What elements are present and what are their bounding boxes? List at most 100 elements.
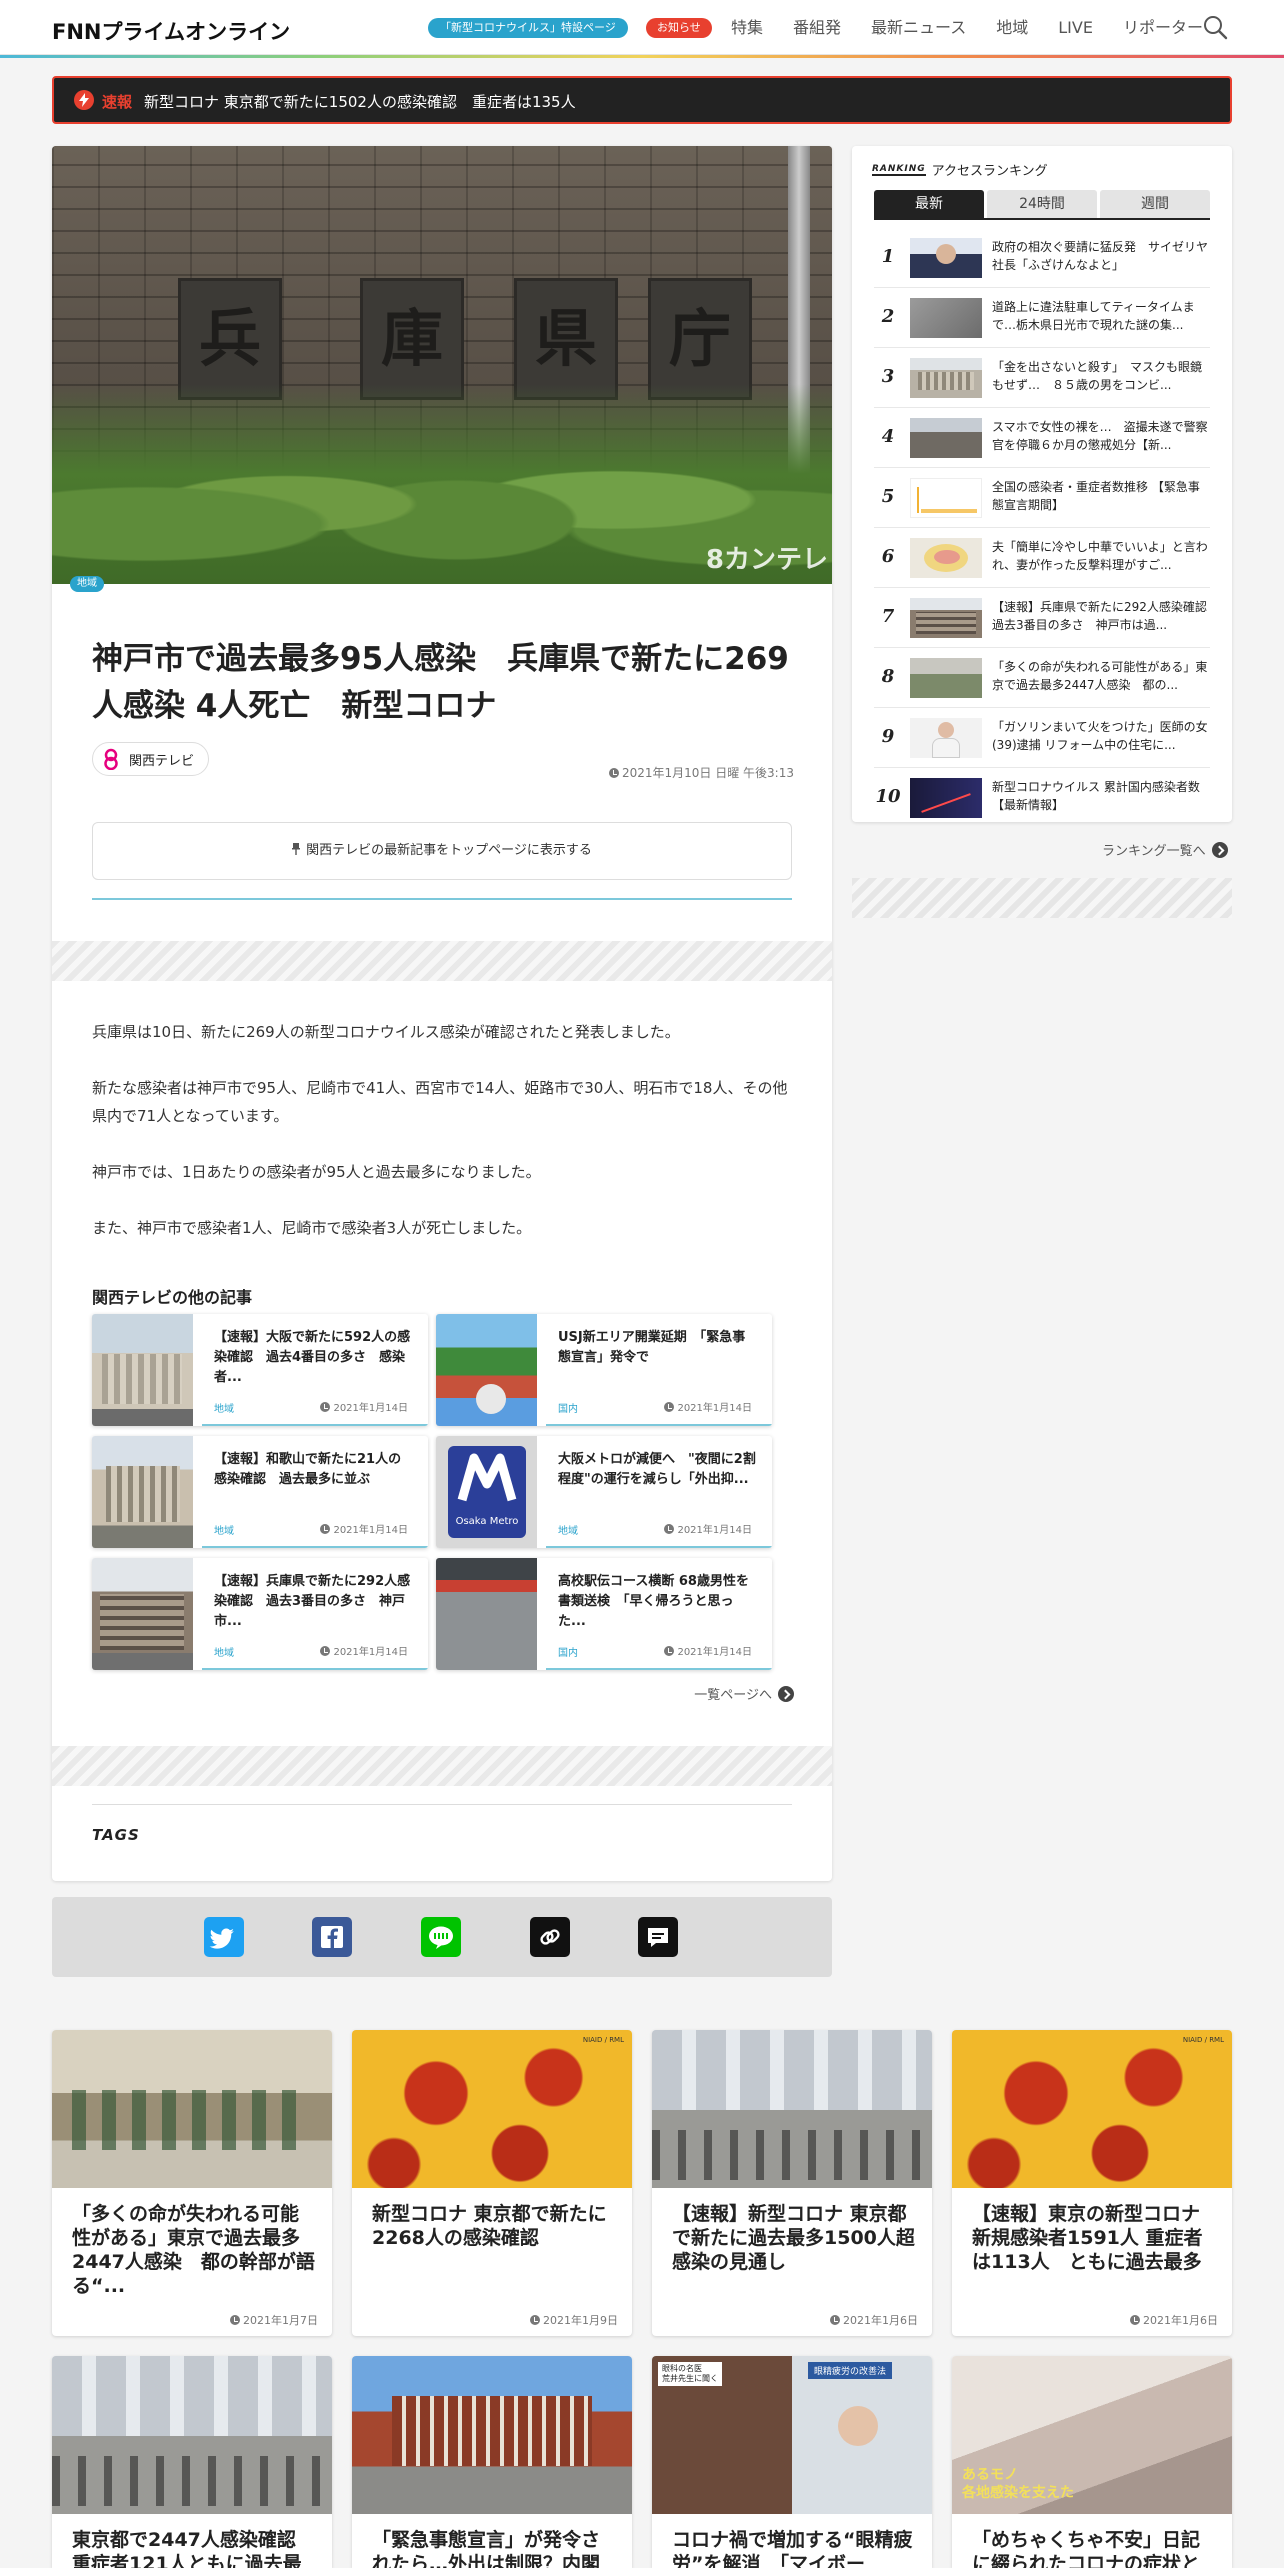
tab-24h[interactable]: 24時間 <box>987 190 1097 218</box>
ranking-badge: RANKING <box>872 163 926 176</box>
breaking-text[interactable]: 新型コロナ 東京都で新たに1502人の感染確認 重症者は135人 <box>144 91 576 112</box>
copy-link-button[interactable] <box>530 1917 570 1957</box>
nav-item-programs[interactable]: 番組発 <box>793 17 841 39</box>
related-article-card[interactable]: 高校駅伝コース横断 68歳男性を書類送検 「早く帰ろうと思った... 国内 20… <box>436 1558 772 1670</box>
plaque-kanji-1: 兵 <box>178 278 282 400</box>
article-paragraph: また、神戸市で感染者1人、尼崎市で感染者3人が死亡しました。 <box>92 1219 532 1237</box>
kantele-watermark: 8カンテレ <box>705 545 828 575</box>
nav-item-features[interactable]: 特集 <box>731 17 763 39</box>
notice-pill[interactable]: お知らせ <box>646 18 712 38</box>
tab-latest[interactable]: 最新 <box>874 190 984 218</box>
pin-to-top-button[interactable]: 関西テレビの最新記事をトップページに表示する <box>92 822 792 880</box>
related-thumb-hyogo <box>92 1558 193 1670</box>
related-article-card[interactable]: 【速報】兵庫県で新たに292人感染確認 過去3番目の多さ 神戸市... 地域 2… <box>92 1558 428 1670</box>
comment-share-button[interactable] <box>638 1917 678 1957</box>
breaking-news-bar[interactable]: 速報 新型コロナ 東京都で新たに1502人の感染確認 重症者は135人 <box>52 76 1232 124</box>
lightning-icon <box>74 90 94 110</box>
grid-article-card[interactable]: 【速報】新型コロナ 東京都で新たに過去最多1500人超感染の見通し 2021年1… <box>652 2030 932 2336</box>
main-nav: 特集 番組発 最新ニュース 地域 LIVE リポーター <box>731 17 1233 39</box>
source-badge[interactable]: 関西テレビ <box>92 742 210 776</box>
clock-icon <box>664 1402 675 1412</box>
related-thumb-usj <box>436 1314 537 1426</box>
clock-icon <box>320 1402 331 1412</box>
grid-article-card[interactable]: NIAID / RML 【速報】東京の新型コロナ新規感染者1591人 重症者は1… <box>952 2030 1232 2336</box>
ranking-thumb <box>910 238 982 278</box>
article-hero-image: 兵 庫 県 庁 8カンテレ <box>52 146 832 584</box>
ranking-thumb <box>910 718 982 758</box>
article-paragraph: 新たな感染者は神戸市で95人、尼崎市で41人、西宮市で14人、姫路市で30人、明… <box>92 1079 788 1125</box>
ranking-thumb <box>910 598 982 638</box>
nav-item-region[interactable]: 地域 <box>996 17 1028 39</box>
tab-weekly[interactable]: 週間 <box>1100 190 1210 218</box>
header-rainbow-line <box>0 55 1284 58</box>
ranking-title: アクセスランキング <box>931 164 1048 179</box>
line-share-button[interactable] <box>421 1917 461 1957</box>
corona-special-pill[interactable]: 「新型コロナウイルス」特設ページ <box>428 18 628 38</box>
ranking-item[interactable]: 7 【速報】兵庫県で新たに292人感染確認 過去3番目の多さ 神戸市は過... <box>874 588 1219 648</box>
ranking-thumb <box>910 778 982 818</box>
divider-hatch <box>52 1746 832 1786</box>
nav-item-latest-news[interactable]: 最新ニュース <box>871 17 966 39</box>
grid-thumb-crowd <box>52 2356 332 2514</box>
plaque-kanji-3: 県 <box>514 278 618 400</box>
ranking-item[interactable]: 8 「多くの命が失われる可能性がある」東京で過去最多2447人感染 都の... <box>874 648 1210 708</box>
grid-article-card[interactable]: 「多くの命が失われる可能性がある」東京で過去最多2447人感染 都の幹部が語る“… <box>52 2030 332 2336</box>
grid-thumb-eye-doctor: 眼科の名医 荒井先生に聞く 眼精疲労の改善法 <box>652 2356 932 2514</box>
ranking-item[interactable]: 10 新型コロナウイルス 累計国内感染者数【最新情報】 <box>874 768 1210 828</box>
grid-thumb-meeting <box>52 2030 332 2188</box>
ranking-thumb <box>910 298 982 338</box>
twitter-share-button[interactable] <box>204 1917 244 1957</box>
related-article-card[interactable]: USJ新エリア開業延期 「緊急事態宣言」発令で 国内 2021年1月14日 <box>436 1314 772 1426</box>
clock-icon <box>608 768 619 778</box>
ranking-item[interactable]: 3 「金を出さないと殺す」 マスクも眼鏡もせず… ８５歳の男をコンビ... <box>874 348 1210 408</box>
grid-article-card[interactable]: 眼科の名医 荒井先生に聞く 眼精疲労の改善法 コロナ禍で増加する“眼精疲労”を解… <box>652 2356 932 2568</box>
related-thumb-osaka-metro: Osaka Metro <box>436 1436 537 1548</box>
comment-icon <box>648 1928 668 1947</box>
other-articles-heading: 関西テレビの他の記事 <box>92 1288 253 1307</box>
grid-article-card[interactable]: 東京都で2447人感染確認 重症者121人ともに過去最多 <box>52 2356 332 2568</box>
clock-icon <box>664 1646 675 1656</box>
search-icon[interactable] <box>1202 14 1228 40</box>
clock-icon <box>230 2315 240 2325</box>
grid-thumb-virus: NIAID / RML <box>952 2030 1232 2188</box>
grid-thumb-tokyo-station <box>352 2356 632 2514</box>
grid-article-card[interactable]: あるモノ 各地感染を支えた 「めちゃくちゃ不安」日記に綴られたコロナの症状と <box>952 2356 1232 2568</box>
related-article-card[interactable]: 【速報】大阪で新たに592人の感染確認 過去4番目の多さ 感染者... 地域 2… <box>92 1314 428 1426</box>
article-paragraph: 兵庫県は10日、新たに269人の新型コロナウイルス感染が確認されたと発表しました… <box>92 1023 680 1041</box>
ranking-thumb <box>910 478 982 518</box>
arrow-right-icon <box>778 1685 794 1702</box>
category-badge[interactable]: 地域 <box>70 576 104 592</box>
ranking-item[interactable]: 2 道路上に違法駐車してティータイムまで…栃木県日光市で現れた謎の集... <box>874 288 1210 348</box>
breaking-label: 速報 <box>102 93 133 111</box>
ranking-item[interactable]: 9 「ガソリンまいて火をつけた」医師の女(39)逮捕 リフォーム中の住宅に... <box>874 708 1210 768</box>
pin-icon <box>292 824 301 855</box>
more-articles-link[interactable]: 一覧ページへ <box>694 1684 794 1703</box>
share-bar <box>52 1897 832 1977</box>
related-thumb-wakayama <box>92 1436 193 1548</box>
ranking-thumb <box>910 358 982 398</box>
article-paragraph: 神戸市では、1日あたりの感染者が95人と過去最多になりました。 <box>92 1163 541 1181</box>
grid-thumb-diary: あるモノ 各地感染を支えた <box>952 2356 1232 2514</box>
related-article-card[interactable]: Osaka Metro 大阪メトロが減便へ "夜間に2割程度"の運行を減らし「外… <box>436 1436 772 1548</box>
ranking-item[interactable]: 6 夫「簡単に冷やし中華でいいよ」と言われ、妻が作った反撃料理がすご... <box>874 528 1210 588</box>
facebook-share-button[interactable] <box>312 1917 352 1957</box>
related-thumb-road <box>436 1558 537 1670</box>
nav-item-reporter[interactable]: リポーター <box>1123 17 1203 39</box>
grid-article-card[interactable]: NIAID / RML 新型コロナ 東京都で新たに2268人の感染確認 2021… <box>352 2030 632 2336</box>
nav-item-live[interactable]: LIVE <box>1058 17 1093 39</box>
ranking-item[interactable]: 4 スマホで女性の裸を… 盗撮未遂で警察官を停職６か月の懲戒処分【新... <box>874 408 1210 468</box>
plaque-kanji-2: 庫 <box>360 278 464 400</box>
related-article-card[interactable]: 【速報】和歌山で新たに21人の感染確認 過去最多に並ぶ 地域 2021年1月14… <box>92 1436 428 1548</box>
ranking-tabs: 最新 24時間 週間 <box>874 190 1210 220</box>
clock-icon <box>1130 2315 1140 2325</box>
article-title: 神戸市で過去最多95人感染 兵庫県で新たに269人感染 4人死亡 新型コロナ <box>92 641 789 724</box>
ranking-item[interactable]: 1 政府の相次ぐ要請に猛反発 サイゼリヤ社長「ふざけんなよと」 <box>874 228 1210 288</box>
twitter-icon <box>209 1928 234 1949</box>
divider-hatch <box>52 941 832 981</box>
line-icon <box>429 1926 453 1949</box>
ranking-list-link[interactable]: ランキング一覧へ <box>1102 840 1228 859</box>
site-logo[interactable]: FNNプライムオンライン <box>52 16 290 46</box>
grid-article-card[interactable]: 「緊急事態宣言」が発令されたら…外出は制限？内閣 <box>352 2356 632 2568</box>
ranking-item[interactable]: 5 全国の感染者・重症者数推移 【緊急事態宣言期間】 <box>874 468 1210 528</box>
grid-thumb-crowd <box>652 2030 932 2188</box>
